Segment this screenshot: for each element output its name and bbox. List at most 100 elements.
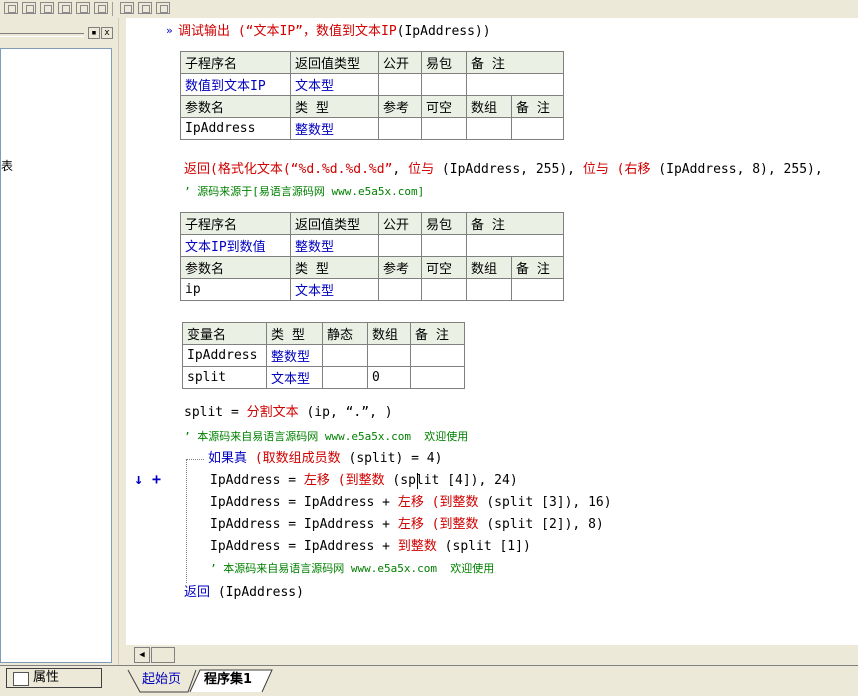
nullable-cell[interactable] — [421, 117, 467, 140]
stmt-line-3[interactable]: IpAddress = IpAddress + 左移 (到整数 (split [… — [210, 515, 604, 535]
var-array-cell[interactable] — [367, 344, 411, 367]
col-header: 返回值类型 — [290, 51, 379, 74]
nullable-cell[interactable] — [421, 278, 467, 301]
func-shift-right: (右移 — [608, 162, 651, 177]
var-type-cell[interactable]: 整数型 — [266, 344, 323, 367]
array-cell[interactable] — [466, 117, 512, 140]
call-args: (split [3]), 16) — [478, 495, 612, 510]
note-cell[interactable] — [511, 117, 564, 140]
scroll-thumb[interactable] — [151, 647, 175, 663]
package-cell[interactable] — [421, 234, 467, 257]
stmt-line-2[interactable]: IpAddress = IpAddress + 左移 (到整数 (split [… — [210, 493, 612, 513]
col-header: 备 注 — [410, 322, 465, 345]
align-right-icon[interactable] — [40, 2, 54, 14]
variables-table: 变量名 类 型 静态 数组 备 注 IpAddress 整数型 split 文本… — [182, 322, 465, 389]
align-left-icon[interactable] — [4, 2, 18, 14]
ref-cell[interactable] — [378, 117, 422, 140]
separator: ， — [302, 24, 316, 39]
note-cell[interactable] — [466, 73, 564, 96]
code-editor[interactable]: » 调试输出 (“文本IP”，数值到文本IP(IpAddress)) 子程序名 … — [126, 18, 858, 645]
param-name-cell[interactable]: ip — [180, 278, 291, 301]
h-distribute-icon[interactable] — [76, 2, 90, 14]
down-arrow-icon[interactable]: ↓ — [134, 470, 143, 488]
param-type-cell[interactable]: 整数型 — [290, 117, 379, 140]
var-array-cell[interactable]: 0 — [367, 366, 411, 389]
col-header: 类 型 — [290, 95, 379, 118]
col-header: 可空 — [421, 95, 467, 118]
assign-lhs: IpAddress = IpAddress + — [210, 539, 398, 554]
left-panel: ▪ x 表 — [0, 18, 118, 665]
call-args: (split [2]), 8) — [478, 517, 604, 532]
col-header: 数组 — [466, 256, 512, 279]
sub-name-cell[interactable]: 数值到文本IP — [180, 73, 291, 96]
return-keyword: 返回 — [184, 585, 211, 600]
split-line[interactable]: split = 分割文本 (ip, “.”, ) — [184, 403, 393, 423]
titlebar-grip — [0, 33, 84, 37]
return-line-2[interactable]: 返回 (IpAddress) — [184, 583, 304, 603]
var-static-cell[interactable] — [322, 366, 368, 389]
if-line[interactable]: 如果真 (取数组成员数 (split) = 4) — [208, 449, 442, 469]
return-type-cell[interactable]: 整数型 — [290, 234, 379, 257]
col-header: 变量名 — [182, 322, 267, 345]
public-cell[interactable] — [378, 234, 422, 257]
horizontal-scrollbar[interactable]: ◀ — [126, 645, 858, 665]
equal-size-icon[interactable] — [156, 2, 170, 14]
var-static-cell[interactable] — [322, 344, 368, 367]
func-shift-left: 左移 — [397, 517, 424, 532]
return-keyword: 返回 — [184, 162, 211, 177]
sub-table-1: 子程序名 返回值类型 公开 易包 备 注 数值到文本IP 文本型 参数名 类 型… — [180, 51, 564, 140]
align-center-icon[interactable] — [22, 2, 36, 14]
string-literal: “文本IP” — [245, 24, 303, 39]
return-type-cell[interactable]: 文本型 — [290, 73, 379, 96]
return-line-1[interactable]: 返回(格式化文本(“%d.%d.%d.%d”, 位与 (IpAddress, 2… — [184, 160, 823, 180]
v-distribute-icon[interactable] — [94, 2, 108, 14]
var-note-cell[interactable] — [410, 344, 465, 367]
var-type-cell[interactable]: 文本型 — [266, 366, 323, 389]
comment-line-1[interactable]: ’ 源码来源于[易语言源码网 www.e5a5x.com] — [184, 182, 424, 202]
assign-lhs: IpAddress = — [210, 473, 304, 488]
var-name-cell[interactable]: split — [182, 366, 267, 389]
scroll-left-button[interactable]: ◀ — [134, 647, 150, 663]
note-cell[interactable] — [466, 234, 564, 257]
col-header: 数组 — [466, 95, 512, 118]
func-shift-left: 左移 — [397, 495, 424, 510]
debug-output-line[interactable]: 调试输出 (“文本IP”，数值到文本IP(IpAddress)) — [178, 22, 491, 42]
stmt-line-4[interactable]: IpAddress = IpAddress + 到整数 (split [1]) — [210, 537, 531, 557]
project-tree[interactable]: 表 — [0, 48, 112, 663]
block-line — [186, 459, 187, 583]
stmt-line-1[interactable]: IpAddress = 左移 (到整数 (split [4]), 24) — [210, 471, 518, 491]
assign-lhs: split = — [184, 405, 247, 420]
ref-cell[interactable] — [378, 278, 422, 301]
comment-line-3[interactable]: ’ 本源码来自易语言源码网 www.e5a5x.com 欢迎使用 — [210, 559, 494, 579]
comment-line-2[interactable]: ’ 本源码来自易语言源码网 www.e5a5x.com 欢迎使用 — [184, 427, 468, 447]
tab-program-set-1[interactable]: 程序集1 — [204, 670, 252, 692]
public-cell[interactable] — [378, 73, 422, 96]
func-split-text: 分割文本 — [246, 405, 299, 420]
call-args: (IpAddress, 8), 255), — [650, 162, 823, 177]
equal-width-icon[interactable] — [120, 2, 134, 14]
param-name-cell[interactable]: IpAddress — [180, 117, 291, 140]
align-top-icon[interactable] — [58, 2, 72, 14]
panel-titlebar: ▪ x — [0, 26, 118, 42]
assign-lhs: IpAddress = IpAddress + — [210, 495, 398, 510]
note-cell[interactable] — [511, 278, 564, 301]
equal-height-icon[interactable] — [138, 2, 152, 14]
var-note-cell[interactable] — [410, 366, 465, 389]
properties-tab[interactable]: 属性 — [6, 668, 102, 688]
plus-icon[interactable]: + — [152, 470, 161, 488]
properties-tab-label: 属性 — [33, 670, 60, 685]
col-header: 备 注 — [466, 51, 564, 74]
tab-start-page[interactable]: 起始页 — [142, 670, 181, 692]
func-to-int: 到整数 — [397, 539, 437, 554]
var-name-cell[interactable]: IpAddress — [182, 344, 267, 367]
col-header: 公开 — [378, 51, 422, 74]
pin-button[interactable]: ▪ — [88, 27, 100, 39]
tree-item-fragment[interactable]: 表 — [1, 157, 13, 174]
col-header: 类 型 — [266, 322, 323, 345]
close-button[interactable]: x — [101, 27, 113, 39]
param-type-cell[interactable]: 文本型 — [290, 278, 379, 301]
sub-name-cell[interactable]: 文本IP到数值 — [180, 234, 291, 257]
array-cell[interactable] — [466, 278, 512, 301]
package-cell[interactable] — [421, 73, 467, 96]
col-header: 类 型 — [290, 256, 379, 279]
